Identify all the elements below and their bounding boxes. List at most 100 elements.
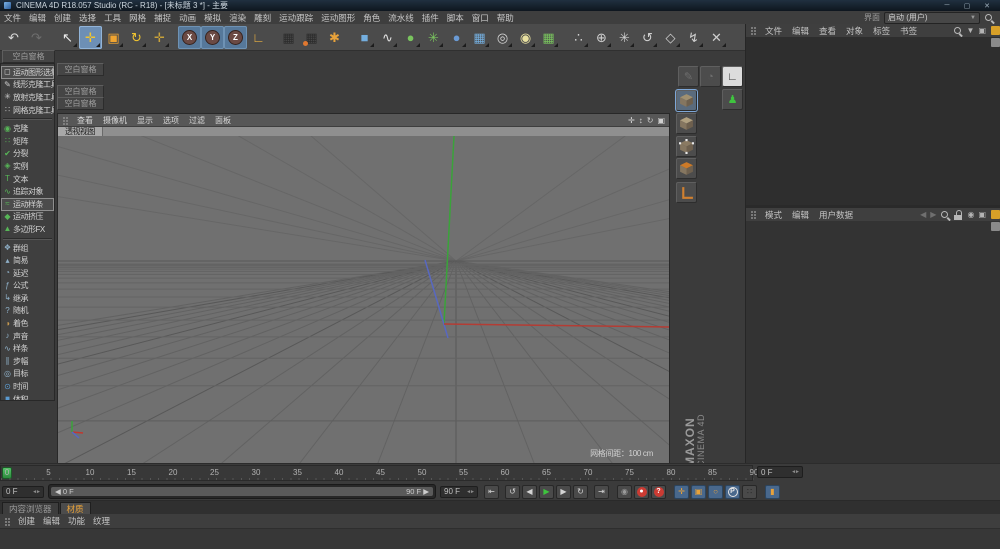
autokey-button[interactable]: ● — [634, 485, 649, 499]
object-manager-menu-4[interactable]: 标签 — [868, 25, 895, 37]
minimize-button[interactable]: ─ — [940, 2, 954, 10]
viewport-menu-2[interactable]: 显示 — [132, 115, 158, 126]
object-manager-menu-2[interactable]: 查看 — [814, 25, 841, 37]
render-settings-button[interactable]: ✱ — [323, 26, 346, 49]
mograph-item-4[interactable]: ◉克隆 — [1, 122, 54, 135]
timeline-range-slider[interactable]: ◀ 0 F 90 F ▶ — [48, 484, 436, 499]
main-menu-11[interactable]: 运动跟踪 — [275, 12, 317, 24]
search-icon[interactable] — [984, 13, 994, 23]
main-menu-12[interactable]: 运动图形 — [317, 12, 359, 24]
am-track-icon[interactable]: ◉ — [967, 210, 974, 219]
add-gravity-button[interactable]: ✕ — [705, 26, 728, 49]
goto-end-button[interactable]: ⇥ — [594, 485, 609, 499]
empty-pane-button[interactable]: 空白窗格 — [57, 97, 104, 110]
pan-view-icon[interactable]: ✛ — [628, 116, 635, 125]
lock-z-axis-button[interactable]: Z — [224, 26, 247, 49]
mograph-item-2[interactable]: ✳放射克隆工具 — [1, 91, 54, 104]
close-button[interactable]: ✕ — [980, 2, 994, 10]
undo-button[interactable]: ↶ — [2, 26, 25, 49]
coordinate-system-button[interactable]: ∟ — [247, 26, 270, 49]
mograph-item-8[interactable]: T文本 — [1, 173, 54, 186]
drag-handle-icon[interactable] — [750, 26, 758, 35]
keyframe-help-button[interactable]: ? — [651, 485, 666, 499]
aux-frame-field[interactable]: 0 F ◄► — [757, 466, 803, 478]
viewport-solo-button[interactable]: ♟ — [722, 89, 743, 110]
object-manager-tab-icon[interactable] — [991, 26, 1000, 35]
main-menu-16[interactable]: 脚本 — [443, 12, 468, 24]
object-manager-list[interactable] — [746, 37, 1000, 205]
mograph-item-20[interactable]: ♪声音 — [1, 330, 54, 343]
main-menu-14[interactable]: 流水线 — [384, 12, 418, 24]
previous-key-button[interactable]: ↺ — [505, 485, 520, 499]
rotate-button[interactable]: ↻ — [125, 26, 148, 49]
maximize-button[interactable]: ▢ — [960, 2, 974, 10]
add-friction-button[interactable]: ↯ — [682, 26, 705, 49]
render-to-picture-viewer-button[interactable]: ▦ — [300, 26, 323, 49]
bottom-tab-content-browser[interactable]: 内容浏览器 — [2, 502, 59, 514]
timeline-ruler[interactable]: 051015202530354045505560657075808590 — [0, 465, 753, 481]
add-metaball-button[interactable]: ● — [445, 26, 468, 49]
drag-handle-icon[interactable] — [4, 517, 12, 526]
om-panel-icon[interactable]: ▣ — [978, 26, 986, 35]
add-camera-button[interactable]: ◎ — [491, 26, 514, 49]
add-cube-button[interactable]: ■ — [353, 26, 376, 49]
record-position-toggle[interactable]: ✛ — [674, 485, 689, 499]
material-menu-2[interactable]: 功能 — [64, 515, 89, 527]
add-deflector-button[interactable]: ◇ — [659, 26, 682, 49]
mograph-item-24[interactable]: ⊙时间 — [1, 380, 54, 393]
viewport-menu-1[interactable]: 摄像机 — [98, 115, 132, 126]
am-lock-icon[interactable] — [954, 210, 963, 220]
material-menu-3[interactable]: 纹理 — [89, 515, 114, 527]
goto-start-button[interactable]: ⇤ — [484, 485, 499, 499]
om-filter-icon[interactable]: ▼ — [967, 26, 975, 35]
main-menu-18[interactable]: 帮助 — [493, 12, 518, 24]
mograph-item-5[interactable]: ∷矩阵 — [1, 135, 54, 148]
object-manager-menu-3[interactable]: 对象 — [841, 25, 868, 37]
previous-frame-button[interactable]: ◀ — [522, 485, 537, 499]
record-objects-button[interactable]: ◉ — [617, 485, 632, 499]
mograph-item-9[interactable]: ∿追踪对象 — [1, 185, 54, 198]
add-light-button[interactable]: ◉ — [514, 26, 537, 49]
am-back-icon[interactable]: ◀ — [920, 210, 926, 219]
main-menu-1[interactable]: 编辑 — [25, 12, 50, 24]
next-frame-button[interactable]: ▶ — [556, 485, 571, 499]
record-rotation-toggle[interactable]: ○ — [708, 485, 723, 499]
viewport-menu-5[interactable]: 面板 — [210, 115, 236, 126]
record-parameter-toggle[interactable]: P — [725, 485, 740, 499]
mograph-item-23[interactable]: ◎目标 — [1, 368, 54, 381]
keyframe-selection-button[interactable]: ▮ — [765, 485, 780, 499]
mograph-item-7[interactable]: ◈实例 — [1, 160, 54, 173]
dock-tab-icon[interactable] — [991, 222, 1000, 231]
object-manager-menu-1[interactable]: 编辑 — [787, 25, 814, 37]
main-menu-10[interactable]: 雕刻 — [250, 12, 275, 24]
am-forward-icon[interactable]: ▶ — [930, 210, 936, 219]
add-subdivision-surface-button[interactable]: ● — [399, 26, 422, 49]
redo-button[interactable]: ↷ — [25, 26, 48, 49]
next-key-button[interactable]: ↻ — [573, 485, 588, 499]
timeline-range-fill[interactable]: ◀ 0 F 90 F ▶ — [51, 487, 433, 496]
lock-y-axis-button[interactable]: Y — [201, 26, 224, 49]
polygon-mode-button[interactable] — [676, 158, 697, 179]
object-manager-menu-5[interactable]: 书签 — [895, 25, 922, 37]
play-button[interactable]: ▶ — [539, 485, 554, 499]
mograph-item-1[interactable]: ✎线形克隆工具 — [1, 79, 54, 92]
main-menu-17[interactable]: 窗口 — [468, 12, 493, 24]
add-environment-button[interactable]: ▦ — [537, 26, 560, 49]
material-menu-1[interactable]: 编辑 — [39, 515, 64, 527]
main-menu-5[interactable]: 网格 — [125, 12, 150, 24]
main-menu-0[interactable]: 文件 — [0, 12, 25, 24]
current-frame-field[interactable]: 0 F ◄► — [2, 486, 44, 498]
add-rotation-force-button[interactable]: ↺ — [636, 26, 659, 49]
scale-button[interactable]: ▣ — [102, 26, 125, 49]
attribute-manager-menu-2[interactable]: 用户数据 — [814, 209, 858, 221]
main-menu-15[interactable]: 插件 — [418, 12, 443, 24]
spinner-icon[interactable]: ◄► — [463, 489, 474, 495]
attribute-manager-tab-icon[interactable] — [991, 210, 1000, 219]
record-scale-toggle[interactable]: ▣ — [691, 485, 706, 499]
main-menu-9[interactable]: 渲染 — [225, 12, 250, 24]
attribute-manager-menu-0[interactable]: 模式 — [760, 209, 787, 221]
rotate-view-icon[interactable]: ↻ — [647, 116, 654, 125]
mograph-item-18[interactable]: ?随机 — [1, 305, 54, 318]
mograph-item-22[interactable]: ∥步幅 — [1, 355, 54, 368]
attribute-manager-body[interactable] — [746, 221, 1000, 463]
